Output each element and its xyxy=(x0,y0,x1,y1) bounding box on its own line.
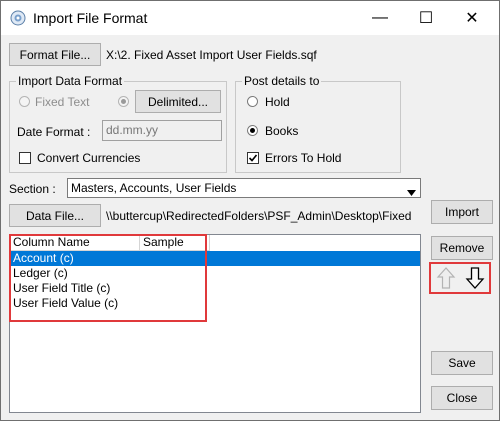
format-file-path: X:\2. Fixed Asset Import User Fields.sqf xyxy=(106,48,317,62)
fixed-text-radio xyxy=(19,96,30,107)
convert-currencies-checkbox[interactable] xyxy=(19,152,31,164)
close-button[interactable]: Close xyxy=(431,386,493,410)
checkmark-icon xyxy=(248,154,258,162)
section-label: Section : xyxy=(9,182,56,196)
data-file-path: \\buttercup\RedirectedFolders\PSF_Admin\… xyxy=(106,209,412,223)
import-button[interactable]: Import xyxy=(431,200,493,224)
title-bar: Import File Format — ☐ ✕ xyxy=(1,1,499,35)
app-icon xyxy=(10,10,26,26)
window-title: Import File Format xyxy=(33,10,148,26)
errors-to-hold-checkbox[interactable] xyxy=(247,152,259,164)
save-button[interactable]: Save xyxy=(431,351,493,375)
format-file-button[interactable]: Format File... xyxy=(9,43,101,66)
date-format-field: dd.mm.yy xyxy=(102,120,222,141)
hold-label: Hold xyxy=(265,95,290,109)
section-dropdown[interactable]: Masters, Accounts, User Fields xyxy=(67,178,421,198)
minimize-button[interactable]: — xyxy=(357,1,403,35)
fixed-text-label: Fixed Text xyxy=(35,95,90,109)
import-data-format-label: Import Data Format xyxy=(16,74,125,88)
errors-to-hold-label: Errors To Hold xyxy=(265,151,342,165)
maximize-button[interactable]: ☐ xyxy=(403,1,449,35)
close-window-button[interactable]: ✕ xyxy=(449,1,495,35)
delimited-button[interactable]: Delimited... xyxy=(135,90,221,113)
post-details-label: Post details to xyxy=(242,74,322,88)
section-value: Masters, Accounts, User Fields xyxy=(71,181,237,195)
highlight-box-columns xyxy=(9,234,207,322)
remove-button[interactable]: Remove xyxy=(431,236,493,260)
date-format-label: Date Format : xyxy=(17,125,91,139)
import-file-format-window: Import File Format — ☐ ✕ Format File... … xyxy=(0,0,500,421)
highlight-box-arrows xyxy=(429,262,491,294)
hold-radio[interactable] xyxy=(247,96,258,107)
convert-currencies-label: Convert Currencies xyxy=(37,151,141,165)
delimited-radio xyxy=(118,96,129,107)
books-label: Books xyxy=(265,124,299,138)
data-file-button[interactable]: Data File... xyxy=(9,204,101,227)
chevron-down-icon xyxy=(407,185,416,199)
books-radio[interactable] xyxy=(247,125,258,136)
